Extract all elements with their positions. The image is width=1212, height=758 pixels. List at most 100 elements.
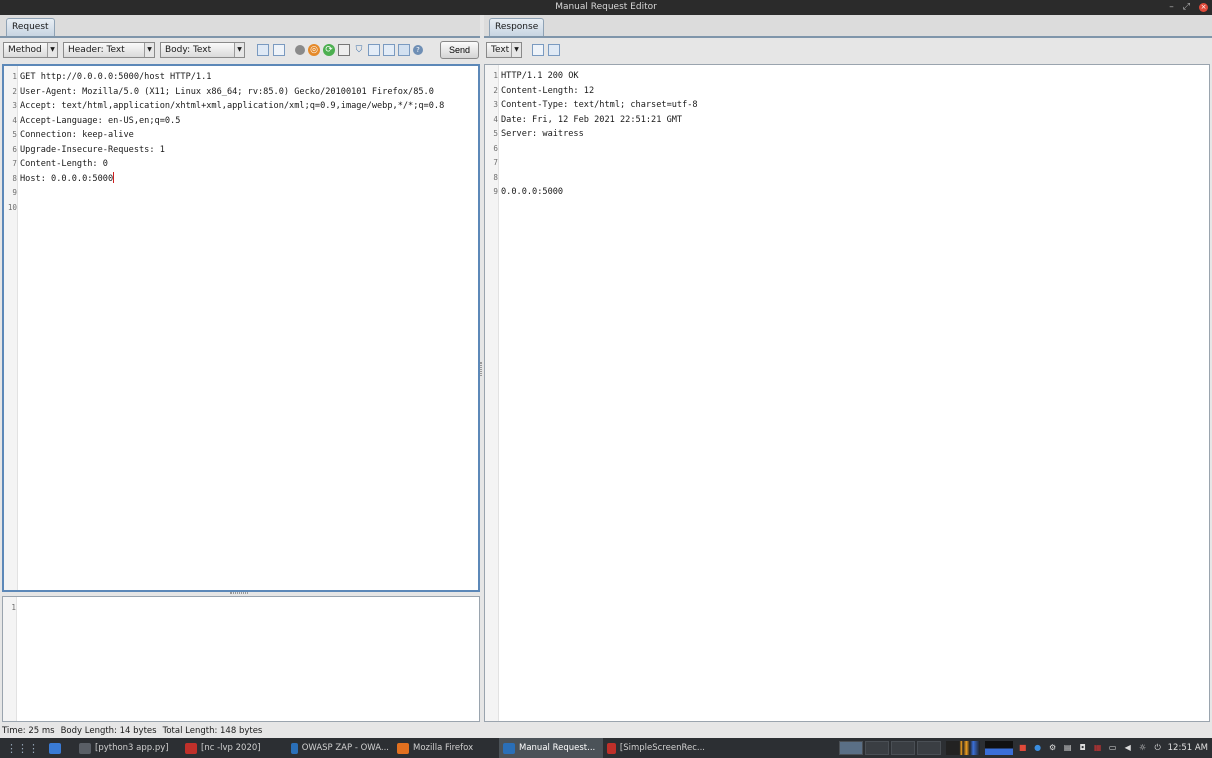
split-vertical-icon[interactable] [273,44,285,56]
response-view-value: Text [491,45,510,55]
display-icon[interactable]: ▭ [1108,743,1118,753]
power-icon[interactable]: ⏻ [1153,743,1163,753]
taskbar-item-label: Mozilla Firefox [413,743,474,753]
taskbar-item[interactable]: [SimpleScreenRec... [603,738,709,758]
line-text: HTTP/1.1 200 OK [501,71,579,81]
response-editor[interactable]: 1 HTTP/1.1 200 OK 2 Content-Length: 12 3 Cont… [484,64,1210,722]
editor-line[interactable]: 5 Connection: keep-alive [4,128,478,142]
editor-line[interactable]: 7 Content-Length: 0 [4,157,478,171]
workspace-switcher [838,741,941,755]
editor-line[interactable]: 9 [4,186,478,200]
request-header-editor[interactable]: 1 GET http://0.0.0.0:5000/host HTTP/1.1 2 U… [2,64,480,592]
maximize-icon[interactable]: ⤢ [1183,0,1190,15]
editor-line[interactable]: 3 Content-Type: text/html; charset=utf-8 [485,98,1209,112]
minimize-icon[interactable]: – [1169,0,1174,15]
editor-line[interactable]: 2 Content-Length: 12 [485,84,1209,98]
panel-split-handle[interactable] [480,362,482,376]
firefox-icon [397,742,409,754]
tab-response[interactable]: Response [489,18,545,36]
method-select[interactable]: Method ▼ [3,42,58,58]
app-menu-button[interactable]: ⋮⋮⋮ [0,738,45,758]
split-vertical-icon[interactable] [548,44,560,56]
editor-line[interactable]: 6 [485,142,1209,156]
editor-line[interactable]: 9 0.0.0.0:5000 [485,185,1209,199]
clipboard-icon[interactable]: ▤ [1063,743,1073,753]
brightness-icon[interactable]: ☼ [1138,743,1148,753]
line-text: Accept: text/html,application/xhtml+xml,… [20,101,445,111]
line-text: Accept-Language: en-US,en;q=0.5 [20,115,181,126]
editor-line[interactable]: 8 [485,171,1209,185]
editor-line[interactable]: 4 Accept-Language: en-US,en;q=0.5 [4,114,478,128]
editor-line[interactable]: 1 HTTP/1.1 200 OK [485,69,1209,83]
split-horizontal-icon[interactable] [257,44,269,56]
refresh-icon[interactable]: ⟳ [323,44,335,56]
record-icon[interactable]: ■ [1018,743,1028,753]
line-text: Date: Fri, 12 Feb 2021 22:51:21 GMT [501,114,683,125]
tab-request[interactable]: Request [6,18,55,36]
editor-line[interactable]: 8 Host: 0.0.0.0:5000 [4,171,478,186]
bluetooth-icon[interactable]: ⚙ [1048,743,1058,753]
editor-line[interactable]: 3 Accept: text/html,application/xhtml+xml… [4,99,478,113]
line-number: 2 [12,86,17,96]
workspace-2[interactable] [864,741,889,755]
recorder-icon [607,742,616,754]
update-icon[interactable]: ● [1033,743,1043,753]
screenshot-icon[interactable]: ◘ [1078,743,1088,753]
volume-icon[interactable]: ◀ [1123,743,1133,753]
editor-line[interactable]: 7 [485,156,1209,170]
line-text: Content-Type: text/html; charset=utf-8 [501,100,698,110]
keyboard-layout-icon[interactable]: ▦ [1093,743,1103,753]
body-format-value: Body: Text [165,45,212,55]
chevron-down-icon: ▼ [47,43,57,57]
list-icon[interactable] [383,44,395,56]
help-icon[interactable]: ? [413,45,423,55]
taskbar-item-label: [nc -lvp 2020] [201,743,261,753]
request-body-editor[interactable]: 1 [2,596,480,722]
window-icon[interactable] [338,44,350,56]
scan-icon[interactable]: ◎ [308,44,320,56]
editor-line[interactable]: 2 User-Agent: Mozilla/5.0 (X11; Linux x86… [4,85,478,99]
line-text: Server: waitress [501,129,584,139]
editor-line[interactable]: 4 Date: Fri, 12 Feb 2021 22:51:21 GMT [485,113,1209,127]
table-icon[interactable] [368,44,380,56]
editor-line[interactable]: 6 Upgrade-Insecure-Requests: 1 [4,143,478,157]
taskbar-item[interactable]: OWASP ZAP - OWA... [287,738,393,758]
zap-icon [503,742,515,754]
editor-line[interactable]: 1 [3,601,479,615]
editor-line[interactable]: 1 GET http://0.0.0.0:5000/host HTTP/1.1 [4,70,478,84]
workspace-1[interactable] [838,741,863,755]
request-tabbar: Request [0,15,480,37]
show-desktop-button[interactable] [45,738,65,758]
panel-icon[interactable] [398,44,410,56]
breakpoint-icon[interactable] [295,45,305,55]
line-number: 8 [12,173,17,183]
taskbar-item[interactable]: Manual Request... [499,738,603,758]
clock[interactable]: 12:51 AM [1168,743,1208,753]
response-toolbar: Text ▼ [486,38,1212,62]
request-split-handle[interactable] [230,592,248,594]
close-icon[interactable]: × [1199,3,1208,12]
filter-icon[interactable]: ⛉ [353,44,365,56]
line-number: 2 [493,85,498,95]
taskbar-item-label: OWASP ZAP - OWA... [301,743,389,753]
response-view-select[interactable]: Text ▼ [486,42,522,58]
line-number-gutter [3,597,17,721]
taskbar-item[interactable]: [python3 app.py] [75,738,181,758]
editor-line[interactable]: 5 Server: waitress [485,127,1209,141]
header-format-select[interactable]: Header: Text ▼ [63,42,155,58]
line-number: 8 [493,172,498,182]
split-horizontal-icon[interactable] [532,44,544,56]
window-title: Manual Request Editor [555,2,657,12]
line-text: Host: 0.0.0.0:5000 [20,171,115,184]
taskbar-item[interactable]: Mozilla Firefox [393,738,499,758]
line-number: 1 [12,72,17,81]
workspace-3[interactable] [890,741,915,755]
send-button[interactable]: Send [440,41,480,59]
taskbar-item[interactable]: [nc -lvp 2020] [181,738,287,758]
workspace-4[interactable] [916,741,941,755]
window-titlebar: Manual Request Editor – ⤢ × [0,0,1212,15]
chevron-down-icon: ▼ [144,43,154,57]
status-body-length: Body Length: 14 bytes [60,726,157,736]
body-format-select[interactable]: Body: Text ▼ [160,42,245,58]
editor-line[interactable]: 10 [4,201,478,215]
